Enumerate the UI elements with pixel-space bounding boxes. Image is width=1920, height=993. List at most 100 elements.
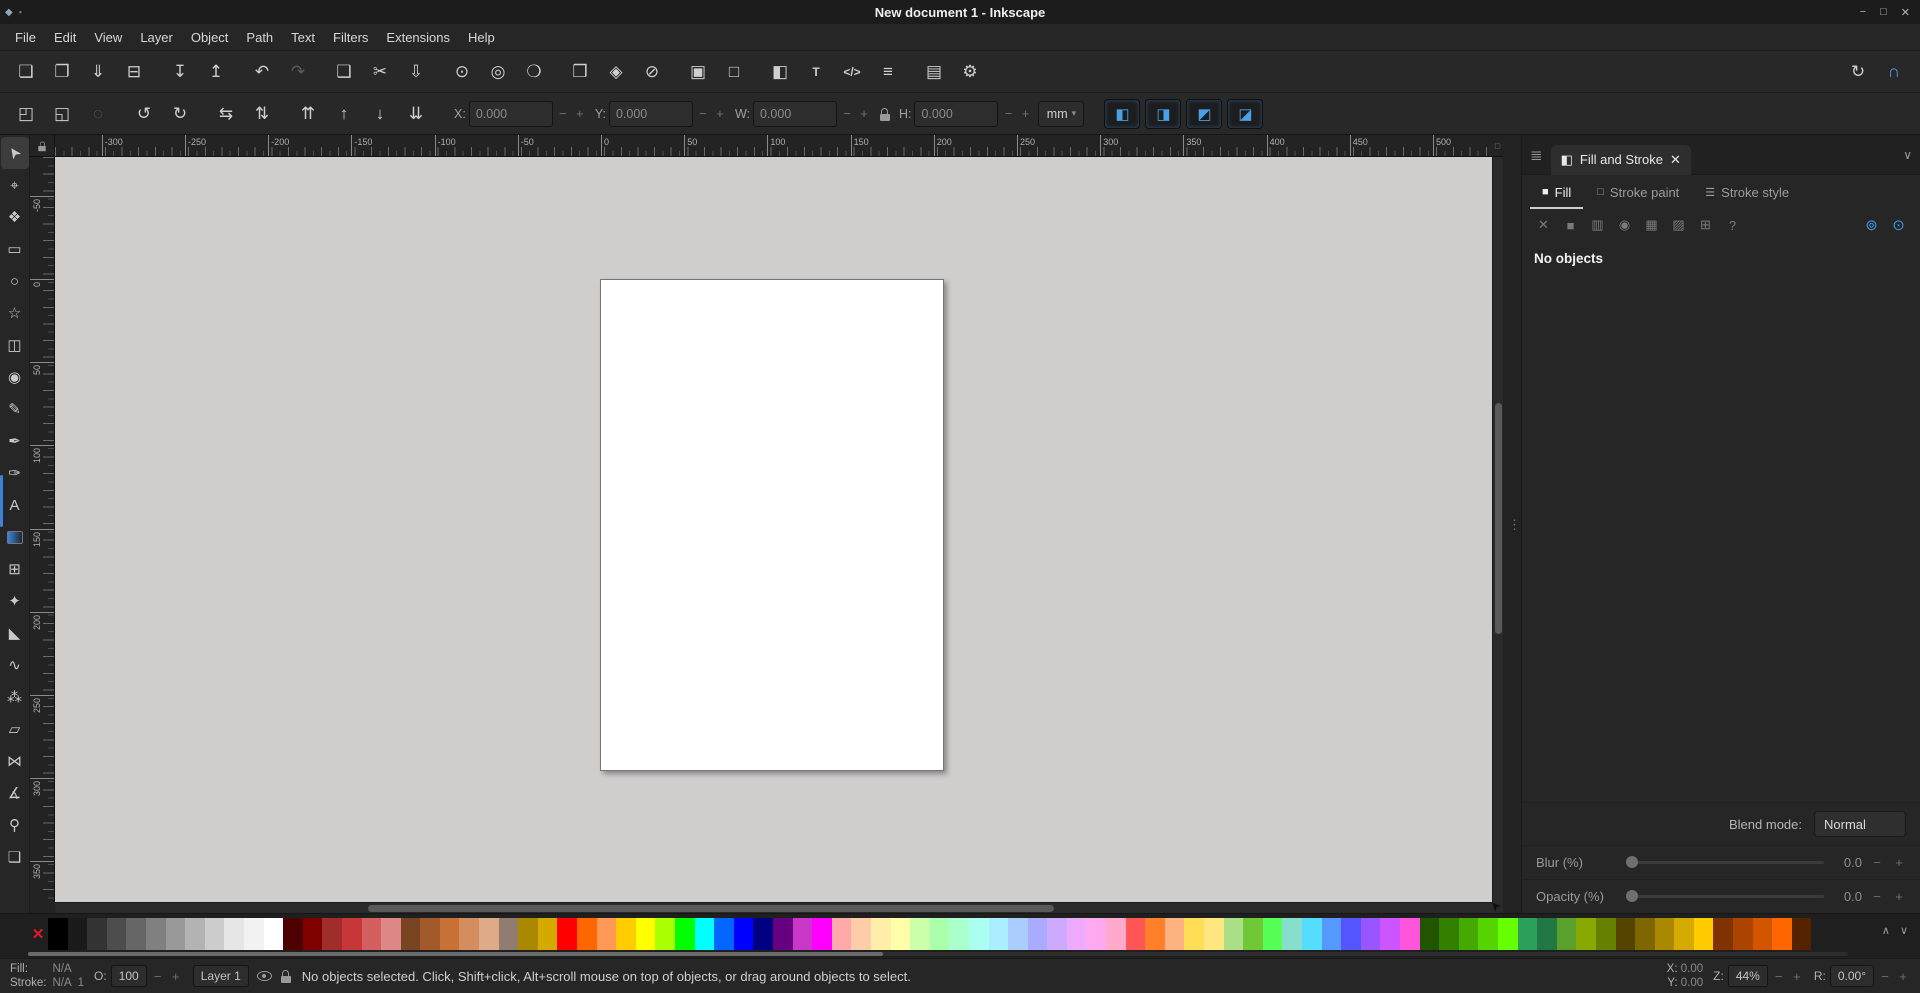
- w-increase-button[interactable]: +: [857, 106, 871, 121]
- palette-swatch[interactable]: [1066, 918, 1087, 950]
- palette-swatch[interactable]: [616, 918, 636, 950]
- palette-swatch[interactable]: [1674, 918, 1694, 950]
- palette-swatch[interactable]: [1047, 918, 1067, 950]
- palette-swatch[interactable]: [988, 918, 1009, 950]
- star-tool-button[interactable]: ☆: [1, 297, 29, 329]
- stroke-width-value[interactable]: 1: [78, 976, 84, 990]
- preferences-button[interactable]: ⚙: [952, 55, 988, 89]
- collapse-dock-icon[interactable]: ∨: [1903, 148, 1912, 162]
- palette-scroll-down-button[interactable]: ∨: [1900, 924, 1908, 937]
- palette-swatch[interactable]: [48, 918, 68, 950]
- units-dropdown[interactable]: mm ▾: [1038, 100, 1085, 127]
- ungroup-objects-button[interactable]: □: [716, 55, 752, 89]
- vertical-ruler[interactable]: -50 0 50 100 150 200 250 300 350: [30, 157, 55, 902]
- ellipse-tool-button[interactable]: ○: [1, 265, 29, 297]
- w-entry[interactable]: 0.000: [752, 100, 837, 127]
- y-decrease-button[interactable]: −: [696, 106, 710, 121]
- spray-tool-button[interactable]: ⁂: [1, 681, 29, 713]
- menu-path[interactable]: Path: [237, 27, 282, 48]
- group-objects-button[interactable]: ▣: [680, 55, 716, 89]
- blur-decrease-button[interactable]: −: [1870, 855, 1884, 870]
- palette-swatch[interactable]: [694, 918, 715, 950]
- calligraphy-tool-button[interactable]: ✑: [1, 457, 29, 489]
- zoom-entry[interactable]: 44%: [1727, 965, 1768, 987]
- palette-swatch[interactable]: [67, 918, 88, 950]
- rotation-decrease-button[interactable]: −: [1878, 969, 1892, 984]
- lower-to-bottom-button[interactable]: ⇊: [398, 97, 434, 131]
- blend-mode-dropdown[interactable]: Normal: [1814, 811, 1906, 837]
- menu-layer[interactable]: Layer: [131, 27, 182, 48]
- palette-swatch[interactable]: [910, 918, 930, 950]
- palette-swatch[interactable]: [106, 918, 127, 950]
- palette-swatch[interactable]: [87, 918, 107, 950]
- text-tool-button[interactable]: A: [1, 489, 29, 521]
- palette-swatch[interactable]: [1537, 918, 1557, 950]
- tab-stroke-style[interactable]: ☰ Stroke style: [1693, 175, 1801, 209]
- undo-button[interactable]: ↶: [244, 55, 280, 89]
- palette-swatch[interactable]: [1733, 918, 1753, 950]
- palette-swatch[interactable]: [1027, 918, 1048, 950]
- rotation-increase-button[interactable]: +: [1896, 969, 1910, 984]
- palette-swatch[interactable]: [1223, 918, 1244, 950]
- document-properties-button[interactable]: ▤: [916, 55, 952, 89]
- opacity-slider-thumb[interactable]: [1626, 890, 1638, 902]
- palette-swatch[interactable]: [890, 918, 911, 950]
- palette-swatch[interactable]: [1321, 918, 1342, 950]
- x-increase-button[interactable]: +: [573, 106, 587, 121]
- palette-swatch[interactable]: [322, 918, 342, 950]
- palette-swatch[interactable]: [185, 918, 205, 950]
- palette-swatch[interactable]: [753, 918, 773, 950]
- palette-swatch[interactable]: [714, 918, 734, 950]
- menu-file[interactable]: File: [6, 27, 45, 48]
- palette-swatch[interactable]: [1184, 918, 1205, 950]
- palette-swatch[interactable]: [831, 918, 852, 950]
- zoom-to-selection-button[interactable]: ⊙: [444, 55, 480, 89]
- raise-button[interactable]: ↑: [326, 97, 362, 131]
- y-increase-button[interactable]: +: [713, 106, 727, 121]
- dropper-tool-button[interactable]: ✦: [1, 585, 29, 617]
- menu-view[interactable]: View: [85, 27, 131, 48]
- dock-resize-handle[interactable]: ⋮: [1503, 135, 1521, 913]
- palette-swatch[interactable]: [1497, 918, 1518, 950]
- layer-lock-icon[interactable]: [280, 969, 292, 983]
- palette-swatch[interactable]: [1791, 918, 1812, 950]
- zoom-to-page-button[interactable]: ❍: [516, 55, 552, 89]
- scale-corners-toggle-button[interactable]: ◨: [1145, 98, 1182, 129]
- unlink-clone-button[interactable]: ⊘: [634, 55, 670, 89]
- lower-button[interactable]: ↓: [362, 97, 398, 131]
- rectangle-tool-button[interactable]: ▭: [1, 233, 29, 265]
- palette-swatch[interactable]: [439, 918, 460, 950]
- palette-swatch[interactable]: [518, 918, 538, 950]
- create-clone-button[interactable]: ◈: [598, 55, 634, 89]
- vertical-scrollbar[interactable]: [1492, 157, 1503, 902]
- select-all-button[interactable]: ◰: [8, 97, 44, 131]
- vertical-scrollbar-thumb[interactable]: [1495, 402, 1502, 634]
- palette-swatch[interactable]: [302, 918, 323, 950]
- fill-stroke-dialog-tab[interactable]: ◧ Fill and Stroke ✕: [1550, 144, 1691, 175]
- snapping-toggle-button[interactable]: ∩: [1876, 55, 1912, 89]
- lock-width-height-toggle[interactable]: [879, 107, 891, 121]
- canvas[interactable]: [55, 157, 1492, 902]
- x-entry[interactable]: 0.000: [468, 100, 553, 127]
- w-decrease-button[interactable]: −: [840, 106, 854, 121]
- palette-swatch[interactable]: [675, 918, 695, 950]
- close-button[interactable]: ✕: [1901, 6, 1910, 19]
- save-document-button[interactable]: ⇓: [80, 55, 116, 89]
- palette-swatch[interactable]: [929, 918, 950, 950]
- minimize-button[interactable]: −: [1860, 6, 1866, 19]
- pencil-tool-button[interactable]: ✎: [1, 393, 29, 425]
- y-entry[interactable]: 0.000: [608, 100, 693, 127]
- palette-swatch[interactable]: [635, 918, 656, 950]
- menu-extensions[interactable]: Extensions: [377, 27, 459, 48]
- palette-swatch[interactable]: [1380, 918, 1400, 950]
- palette-swatch[interactable]: [792, 918, 813, 950]
- palette-swatch[interactable]: [1517, 918, 1538, 950]
- paste-button[interactable]: ⇩: [398, 55, 434, 89]
- tweak-tool-button[interactable]: ∿: [1, 649, 29, 681]
- palette-swatch[interactable]: [1595, 918, 1616, 950]
- palette-swatch[interactable]: [851, 918, 871, 950]
- palette-scrollbar[interactable]: [28, 952, 1848, 956]
- paint-pattern-button[interactable]: ▦: [1640, 214, 1663, 236]
- rotation-entry[interactable]: 0.00°: [1829, 965, 1874, 987]
- menu-help[interactable]: Help: [459, 27, 504, 48]
